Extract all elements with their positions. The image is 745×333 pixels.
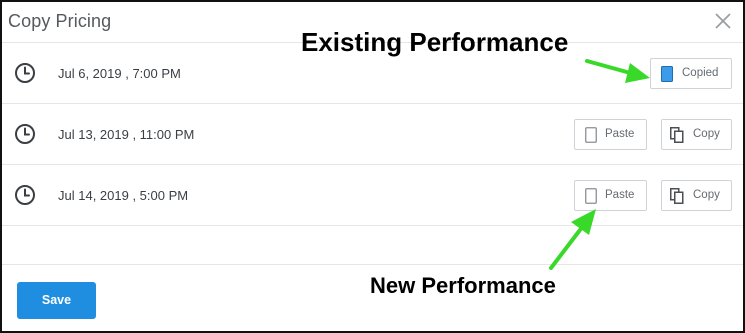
clock-icon bbox=[15, 124, 35, 144]
copied-button[interactable]: Copied bbox=[650, 58, 732, 89]
paste-label: Paste bbox=[605, 189, 635, 201]
save-button[interactable]: Save bbox=[17, 282, 96, 319]
clock-icon bbox=[15, 63, 35, 83]
performance-row: Jul 14, 2019 , 5:00 PM Paste Copy bbox=[2, 165, 743, 226]
clock-icon bbox=[15, 185, 35, 205]
close-button[interactable] bbox=[712, 10, 734, 32]
copy-label: Copy bbox=[693, 128, 720, 140]
new-performance-annotation: New Performance bbox=[370, 273, 556, 298]
copy-button[interactable]: Copy bbox=[661, 119, 732, 150]
existing-performance-annotation: Existing Performance bbox=[301, 27, 569, 57]
copy-icon bbox=[670, 188, 684, 204]
clipboard-filled-icon bbox=[661, 66, 673, 82]
close-icon bbox=[715, 13, 731, 29]
copy-icon bbox=[670, 127, 684, 143]
paste-label: Paste bbox=[605, 128, 635, 140]
paste-button[interactable]: Paste bbox=[574, 180, 647, 211]
clipboard-icon bbox=[585, 127, 597, 143]
dialog-title: Copy Pricing bbox=[8, 11, 112, 31]
performance-row: Jul 13, 2019 , 11:00 PM Paste Copy bbox=[2, 104, 743, 165]
paste-button[interactable]: Paste bbox=[574, 119, 647, 150]
performance-date: Jul 6, 2019 , 7:00 PM bbox=[58, 66, 181, 81]
performance-date: Jul 14, 2019 , 5:00 PM bbox=[58, 188, 189, 203]
clipboard-icon bbox=[585, 188, 597, 204]
copy-label: Copy bbox=[693, 189, 720, 201]
copied-label: Copied bbox=[682, 67, 719, 79]
copy-button[interactable]: Copy bbox=[661, 180, 732, 211]
performance-date: Jul 13, 2019 , 11:00 PM bbox=[58, 127, 195, 142]
